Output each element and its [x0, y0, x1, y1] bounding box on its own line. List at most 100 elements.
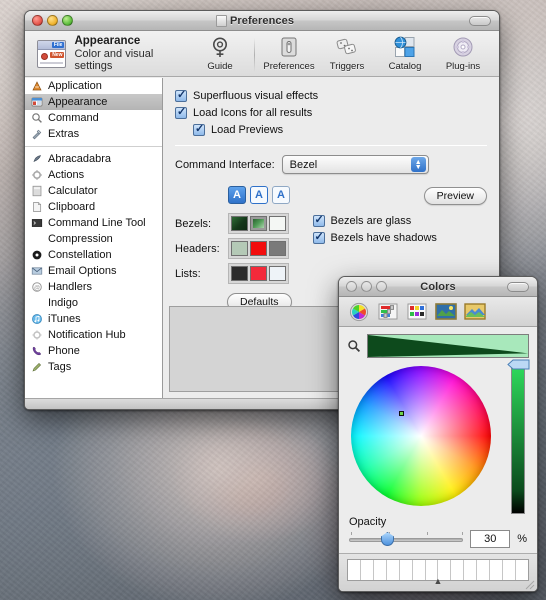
- sidebar-item-email-options[interactable]: Email Options: [25, 263, 162, 279]
- preferences-header-text: Appearance Color and visual settings: [74, 35, 192, 72]
- color-well[interactable]: [503, 560, 516, 580]
- sidebar-item-command-line-tool[interactable]: Command Line Tool: [25, 215, 162, 231]
- swatch-table[interactable]: Bezels: Headers: Lists: Defaults: [175, 213, 292, 311]
- color-well[interactable]: [451, 560, 465, 580]
- font-style-buttons[interactable]: A A A: [228, 186, 290, 204]
- checkbox-load-icons[interactable]: Load Icons for all results: [175, 105, 487, 119]
- color-swatch-drawer[interactable]: ▲: [339, 553, 537, 591]
- preferences-sidebar[interactable]: Application Appearance Command Extras Ab…: [25, 78, 163, 398]
- opacity-ticks: [349, 532, 464, 536]
- appearance-icon-file-tag: File: [51, 41, 65, 48]
- sidebar-item-indigo-label: Indigo: [48, 297, 78, 309]
- lists-swatch-3[interactable]: [269, 266, 286, 281]
- none-icon: [30, 297, 43, 310]
- color-well[interactable]: [348, 560, 361, 580]
- sidebar-item-actions[interactable]: Actions: [25, 167, 162, 183]
- color-well[interactable]: [412, 560, 426, 580]
- sidebar-item-phone[interactable]: Phone: [25, 343, 162, 359]
- lists-swatch-1[interactable]: [231, 266, 248, 281]
- window-controls[interactable]: [25, 15, 73, 26]
- colors-resize-grip-icon[interactable]: [522, 577, 535, 590]
- sidebar-item-command[interactable]: Command: [25, 110, 162, 126]
- brightness-slider[interactable]: [511, 364, 525, 514]
- checkbox-load-previews[interactable]: Load Previews: [193, 122, 487, 136]
- color-wheel[interactable]: [351, 366, 491, 506]
- colors-titlebar[interactable]: Colors: [339, 277, 537, 297]
- command-interface-select[interactable]: Bezel ▲ ▼: [281, 155, 429, 174]
- image-palettes-icon[interactable]: [435, 302, 457, 321]
- magnifier-icon[interactable]: [347, 339, 361, 353]
- toolbar-item-catalog[interactable]: Catalog: [377, 35, 433, 72]
- sidebar-item-extras[interactable]: Extras: [25, 126, 162, 142]
- zoom-button[interactable]: [62, 15, 73, 26]
- font-style-button-3[interactable]: A: [272, 186, 290, 204]
- color-well[interactable]: [399, 560, 413, 580]
- color-well[interactable]: [373, 560, 387, 580]
- selected-color-preview[interactable]: [367, 334, 529, 358]
- sidebar-item-application[interactable]: Application: [25, 78, 162, 94]
- toolbar[interactable]: Guide Preferences Triggers Catalog Plug-…: [192, 35, 491, 73]
- command-interface-label: Command Interface:: [175, 158, 275, 171]
- bezels-swatch-2[interactable]: [250, 216, 267, 231]
- close-button[interactable]: [32, 15, 43, 26]
- page-subtitle: Color and visual settings: [74, 48, 154, 72]
- sidebar-item-indigo[interactable]: Indigo: [25, 295, 162, 311]
- sidebar-item-constellation[interactable]: Constellation: [25, 247, 162, 263]
- sidebar-item-handlers[interactable]: @ Handlers: [25, 279, 162, 295]
- color-wheel-marker[interactable]: [399, 411, 404, 416]
- color-well[interactable]: [477, 560, 491, 580]
- opacity-value-field[interactable]: 30: [470, 530, 511, 548]
- brightness-slider-knob[interactable]: [507, 359, 531, 370]
- sidebar-item-calculator[interactable]: Calculator: [25, 183, 162, 199]
- sidebar-item-tags[interactable]: Tags: [25, 359, 162, 375]
- preferences-titlebar[interactable]: Preferences: [25, 11, 499, 31]
- colors-close-button[interactable]: [346, 281, 357, 292]
- opacity-slider[interactable]: [349, 532, 464, 546]
- toolbar-item-plugins[interactable]: Plug-ins: [435, 35, 491, 72]
- opacity-track[interactable]: [349, 538, 464, 542]
- lists-swatch-2[interactable]: [250, 266, 267, 281]
- toolbar-toggle-button[interactable]: [469, 16, 491, 26]
- sidebar-item-clipboard[interactable]: Clipboard: [25, 199, 162, 215]
- page-title: Appearance: [74, 35, 141, 47]
- sidebar-item-notification-hub[interactable]: Notification Hub: [25, 327, 162, 343]
- colors-zoom-button[interactable]: [376, 281, 387, 292]
- sidebar-item-compression[interactable]: Compression: [25, 231, 162, 247]
- toolbar-item-guide[interactable]: Guide: [192, 35, 248, 72]
- color-well[interactable]: [386, 560, 400, 580]
- appearance-icon-new-tag: New: [50, 51, 65, 58]
- colors-window-controls[interactable]: [339, 281, 387, 292]
- headers-swatch-3[interactable]: [269, 241, 286, 256]
- colors-minimize-button[interactable]: [361, 281, 372, 292]
- color-palettes-icon[interactable]: [406, 302, 428, 321]
- sidebar-item-appearance[interactable]: Appearance: [25, 94, 162, 110]
- color-wheel-icon[interactable]: [348, 302, 370, 321]
- color-sliders-icon[interactable]: [377, 302, 399, 321]
- toolbar-separator: [254, 37, 255, 72]
- sidebar-item-itunes[interactable]: iTunes: [25, 311, 162, 327]
- bezels-swatch-3[interactable]: [269, 216, 286, 231]
- color-well[interactable]: [360, 560, 374, 580]
- email-icon: [30, 265, 43, 278]
- minimize-button[interactable]: [47, 15, 58, 26]
- color-well[interactable]: [464, 560, 478, 580]
- crayons-icon[interactable]: [464, 302, 486, 321]
- checkbox-bezels-have-shadows[interactable]: Bezels have shadows: [312, 230, 437, 244]
- toolbar-item-triggers[interactable]: Triggers: [319, 35, 375, 72]
- checkbox-bezels-are-glass[interactable]: Bezels are glass: [312, 213, 437, 227]
- toolbar-item-preferences[interactable]: Preferences: [261, 35, 317, 72]
- headers-swatch-2[interactable]: [250, 241, 267, 256]
- colors-toolbar[interactable]: [339, 297, 537, 327]
- font-style-button-2[interactable]: A: [250, 186, 268, 204]
- colors-panel-window[interactable]: Colors Opacity 30 % ▲: [338, 276, 538, 592]
- color-well[interactable]: [490, 560, 504, 580]
- sidebar-item-abracadabra[interactable]: Abracadabra: [25, 151, 162, 167]
- preview-button[interactable]: Preview: [423, 187, 487, 205]
- bezels-swatch-1[interactable]: [231, 216, 248, 231]
- checkbox-superfluous-visual-effects[interactable]: Superfluous visual effects: [175, 88, 487, 102]
- colors-toolbar-toggle-button[interactable]: [507, 282, 529, 292]
- drawer-caret-icon[interactable]: ▲: [434, 576, 443, 586]
- phone-icon: [30, 345, 43, 358]
- headers-swatch-1[interactable]: [231, 241, 248, 256]
- font-style-button-1[interactable]: A: [228, 186, 246, 204]
